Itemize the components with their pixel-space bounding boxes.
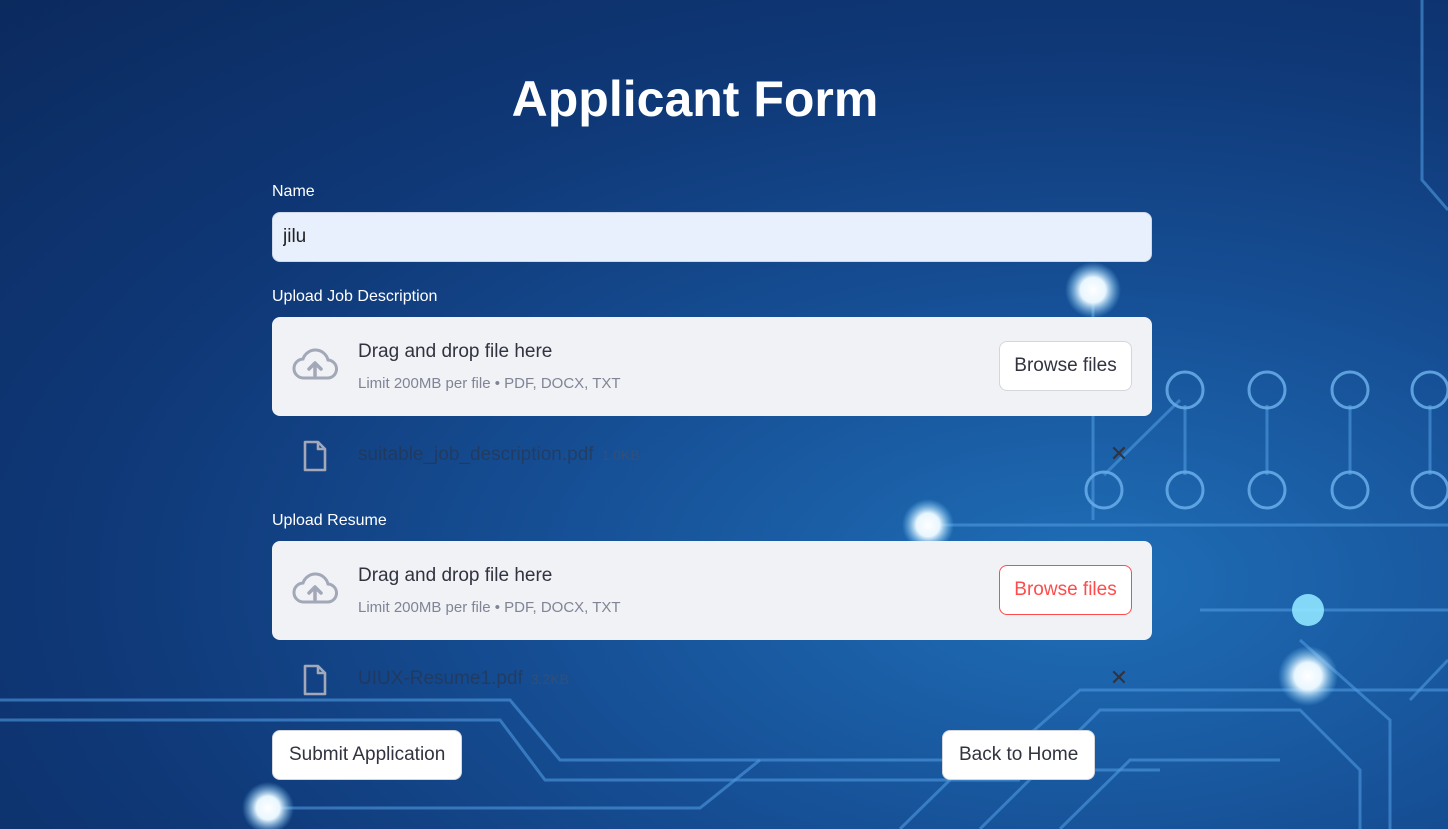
uploaded-file-name: UIUX-Resume1.pdf 3.2KB xyxy=(358,668,569,690)
cloud-upload-icon xyxy=(292,572,338,604)
back-to-home-button[interactable]: Back to Home xyxy=(942,730,1096,780)
job-description-label: Upload Job Description xyxy=(272,288,438,305)
dropzone-limit-text: Limit 200MB per file • PDF, DOCX, TXT xyxy=(358,599,621,616)
file-size: 1.0KB xyxy=(601,447,640,463)
job-description-dropzone[interactable]: Drag and drop file here Limit 200MB per … xyxy=(272,317,1152,416)
dropzone-title: Drag and drop file here xyxy=(358,565,553,586)
close-icon[interactable]: ✕ xyxy=(1108,443,1130,465)
name-input[interactable] xyxy=(272,212,1152,262)
browse-files-button[interactable]: Browse files xyxy=(999,341,1132,391)
name-label: Name xyxy=(272,183,315,200)
browse-files-button[interactable]: Browse files xyxy=(999,565,1132,615)
file-name-text: UIUX-Resume1.pdf xyxy=(358,668,523,689)
resume-label: Upload Resume xyxy=(272,512,387,529)
cloud-upload-icon xyxy=(292,348,338,380)
uploaded-file-row: suitable_job_description.pdf 1.0KB ✕ xyxy=(272,430,1152,480)
file-size: 3.2KB xyxy=(530,671,569,687)
page-title: Applicant Form xyxy=(511,71,879,127)
uploaded-file-name: suitable_job_description.pdf 1.0KB xyxy=(358,444,640,466)
file-icon xyxy=(303,664,327,696)
resume-dropzone[interactable]: Drag and drop file here Limit 200MB per … xyxy=(272,541,1152,640)
submit-application-button[interactable]: Submit Application xyxy=(272,730,463,780)
file-name-text: suitable_job_description.pdf xyxy=(358,444,594,465)
dropzone-title: Drag and drop file here xyxy=(358,341,553,362)
dropzone-limit-text: Limit 200MB per file • PDF, DOCX, TXT xyxy=(358,375,621,392)
file-icon xyxy=(303,440,327,472)
uploaded-file-row: UIUX-Resume1.pdf 3.2KB ✕ xyxy=(272,654,1152,704)
close-icon[interactable]: ✕ xyxy=(1108,667,1130,689)
